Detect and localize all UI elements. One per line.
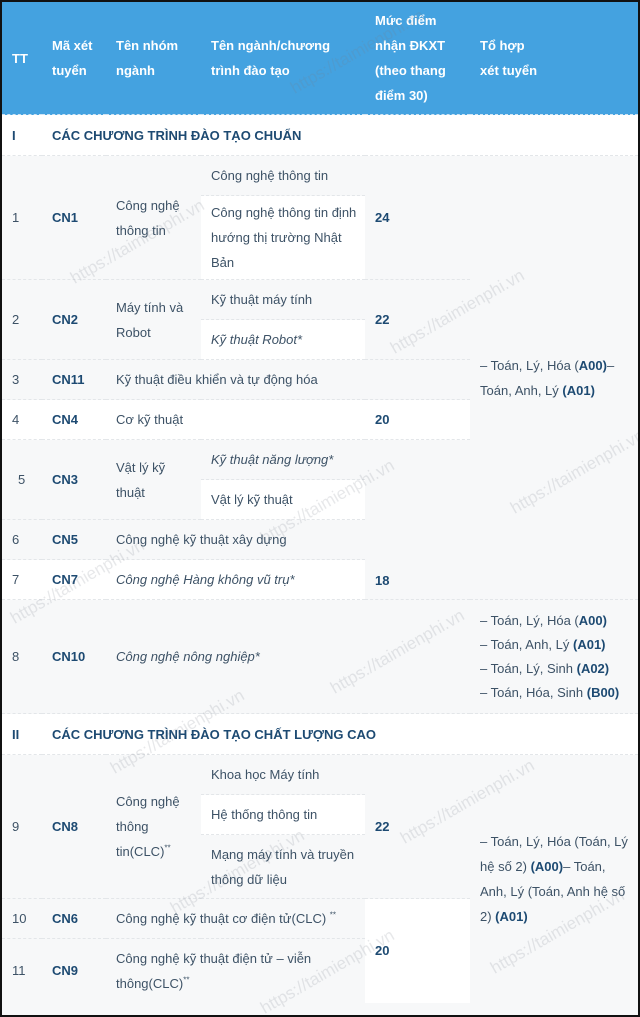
row-group: Công nghệ thông tin(CLC)**: [106, 754, 201, 899]
section-title: CÁC CHƯƠNG TRÌNH ĐÀO TẠO CHUẨN: [42, 114, 638, 156]
section-row: II CÁC CHƯƠNG TRÌNH ĐÀO TẠO CHẤT LƯỢNG C…: [2, 713, 638, 755]
row-program: Vật lý kỹ thuật: [201, 479, 365, 520]
row-code: CN5: [42, 519, 106, 560]
row-tt: 6: [2, 519, 42, 560]
row-score: 18: [365, 439, 470, 600]
section-row: I CÁC CHƯƠNG TRÌNH ĐÀO TẠO CHUẨN: [2, 114, 638, 156]
header-score: Mức điểm nhận ĐKXT (theo thang điểm 30): [365, 2, 470, 115]
section-number: I: [2, 114, 42, 156]
row-score: 22: [365, 754, 470, 899]
row-tt: 8: [2, 599, 42, 714]
row-code: CN9: [42, 938, 106, 1003]
row-tt: 7: [2, 559, 42, 600]
row-score: 20: [365, 898, 470, 1003]
table-row: 1 CN1 Công nghệ thông tin Công nghệ thôn…: [2, 155, 638, 600]
row-group: Cơ kỹ thuật: [106, 399, 365, 440]
header-tt: TT: [2, 2, 42, 115]
row-program: Khoa học Máy tính: [201, 754, 365, 795]
row-group: Công nghệ kỹ thuật xây dựng: [106, 519, 365, 560]
row-program: Kỹ thuật Robot*: [201, 319, 365, 360]
row-score-empty: [365, 599, 470, 714]
row-combo: – Toán, Lý, Hóa (A00)– Toán, Anh, Lý (A0…: [470, 599, 638, 714]
row-group: Công nghệ thông tin: [106, 155, 201, 280]
row-tt: 11: [2, 938, 42, 1003]
row-score: 24: [365, 155, 470, 280]
row-group: Công nghệ kỹ thuật điện tử – viễn thông(…: [106, 938, 365, 1003]
admission-table: TT Mã xét tuyển Tên nhóm ngành Tên ngành/c…: [2, 2, 638, 1003]
row-program: Hệ thống thông tin: [201, 794, 365, 835]
row-group: Công nghệ kỹ thuật cơ điện tử(CLC) **: [106, 898, 365, 939]
header-code: Mã xét tuyển: [42, 2, 106, 115]
row-code: CN2: [42, 279, 106, 360]
row-program: Kỹ thuật máy tính: [201, 279, 365, 320]
section-title: CÁC CHƯƠNG TRÌNH ĐÀO TẠO CHẤT LƯỢNG CAO: [42, 713, 638, 755]
row-group: Kỹ thuật điều khiển và tự động hóa: [106, 359, 470, 400]
row-code: CN4: [42, 399, 106, 440]
row-code: CN1: [42, 155, 106, 280]
row-group: Máy tính và Robot: [106, 279, 201, 360]
row-tt: 9: [2, 754, 42, 899]
row-group: Công nghệ Hàng không vũ trụ*: [106, 559, 365, 600]
row-tt: 3: [2, 359, 42, 400]
row-code: CN10: [42, 599, 106, 714]
row-code: CN3: [42, 439, 106, 520]
row-code: CN11: [42, 359, 106, 400]
row-code: CN8: [42, 754, 106, 899]
row-code: CN6: [42, 898, 106, 939]
admission-table-frame: TT Mã xét tuyển Tên nhóm ngành Tên ngành/c…: [0, 0, 640, 1017]
section-number: II: [2, 713, 42, 755]
row-combo: – Toán, Lý, Hóa (A00)– Toán, Anh, Lý (A0…: [470, 155, 638, 600]
row-group: Vật lý kỹ thuật: [106, 439, 201, 520]
row-program: Công nghệ thông tin định hướng thị trườn…: [201, 195, 365, 280]
row-tt: 4: [2, 399, 42, 440]
header-program: Tên ngành/chương trình đào tạo: [201, 2, 365, 115]
row-code: CN7: [42, 559, 106, 600]
table-row: 9 CN8 Công nghệ thông tin(CLC)** Khoa họ…: [2, 754, 638, 1003]
row-program: Kỹ thuật năng lượng*: [201, 439, 365, 480]
row-combo: – Toán, Lý, Hóa (Toán, Lý hệ số 2) (A00)…: [470, 754, 638, 1003]
row-tt: 5: [2, 439, 42, 520]
row-program: Công nghệ thông tin: [201, 155, 365, 196]
row-score: 20: [365, 399, 470, 440]
header-combo: Tổ hợp xét tuyển: [470, 2, 638, 115]
row-score: 22: [365, 279, 470, 360]
row-tt: 10: [2, 898, 42, 939]
table-row: 8 CN10 Công nghệ nông nghiệp* – Toán, Lý…: [2, 599, 638, 714]
header-group: Tên nhóm ngành: [106, 2, 201, 115]
row-tt: 1: [2, 155, 42, 280]
row-tt: 2: [2, 279, 42, 360]
table-header-row: TT Mã xét tuyển Tên nhóm ngành Tên ngành/c…: [2, 2, 638, 115]
row-program: Mạng máy tính và truyền thông dữ liệu: [201, 834, 365, 899]
row-group: Công nghệ nông nghiệp*: [106, 599, 365, 714]
